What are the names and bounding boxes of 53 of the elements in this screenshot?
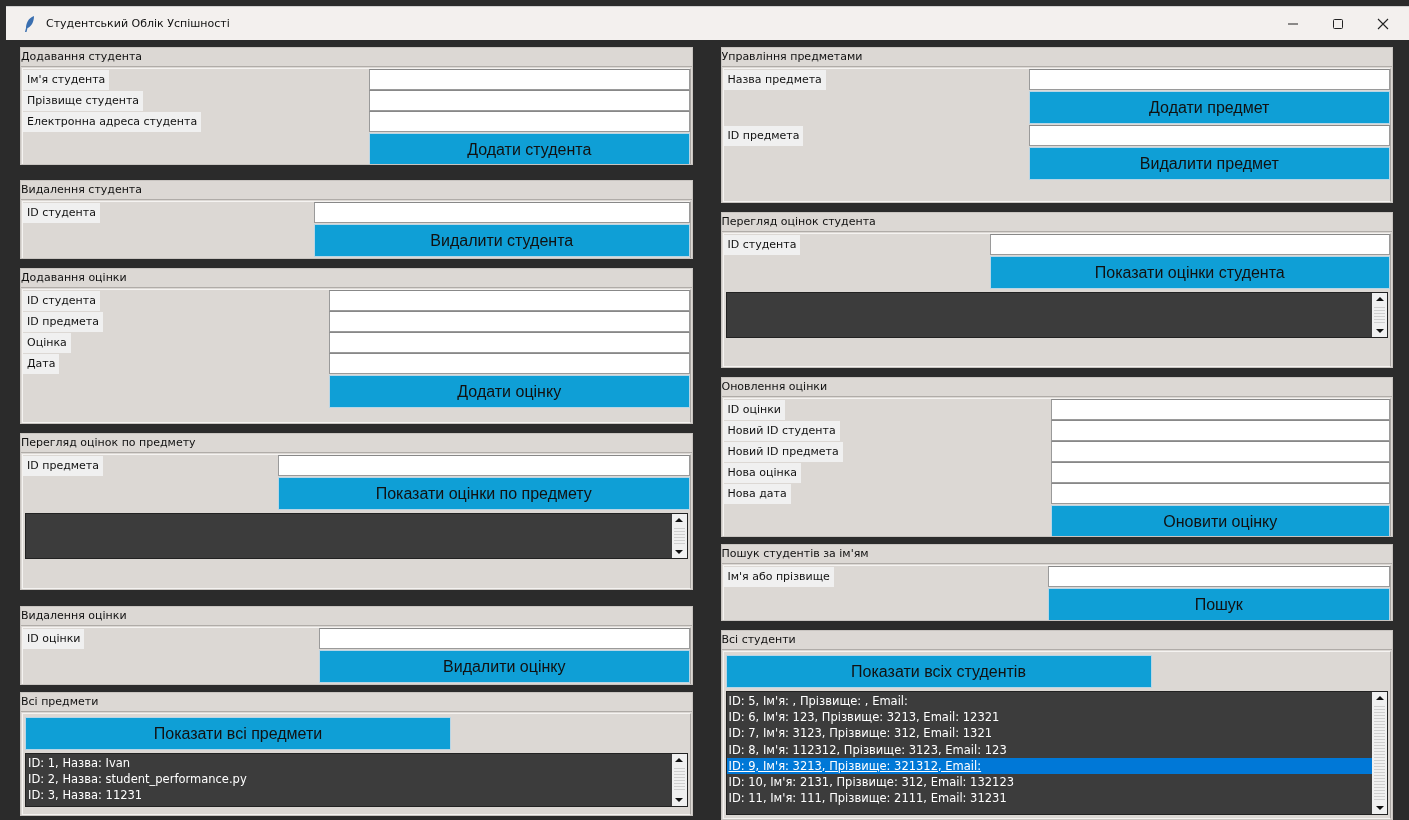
action-button[interactable]: Показати всіх студентів xyxy=(725,655,1152,688)
field-label: Прізвище студента xyxy=(23,90,144,111)
field-label: ID предмета xyxy=(23,311,103,332)
field-label: Нова дата xyxy=(723,483,791,504)
section-title: Додавання оцінки xyxy=(21,269,692,288)
list-item[interactable]: ID: 9, Ім'я: 3213, Прізвище: 321312, Email: xyxy=(726,757,1372,774)
section-title: Перегляд оцінок по предмету xyxy=(21,434,692,453)
action-button[interactable]: Видалити оцінку xyxy=(319,650,690,683)
list-item[interactable]: ID: 5, Ім'я: , Прізвище: , Email: xyxy=(726,693,1372,710)
field-label: ID предмета xyxy=(23,455,103,476)
field-label: ID студента xyxy=(723,234,801,255)
section-title: Управління предметами xyxy=(721,48,1392,67)
field-label: ID студента xyxy=(23,202,100,223)
section-title: Видалення оцінки xyxy=(21,607,692,626)
action-button[interactable]: Показати оцінки студента xyxy=(989,256,1390,289)
field-label: Нова оцінка xyxy=(723,462,802,483)
field-label: ID оцінки xyxy=(723,399,785,420)
list-item[interactable]: ID: 7, Ім'я: 3123, Прізвище: 312, Email: 1321 xyxy=(726,725,1372,742)
section-title: Перегляд оцінок студента xyxy=(721,213,1392,232)
list-item[interactable]: ID: 6, Ім'я: 123, Прізвище: 3213, Email: 12321 xyxy=(726,709,1372,726)
list-item[interactable]: ID: 3, Назва: 11231 xyxy=(26,787,672,804)
action-button[interactable]: Показати всі предмети xyxy=(25,717,451,750)
section-title: Всі студенти xyxy=(721,631,1392,650)
action-button[interactable]: Видалити предмет xyxy=(1028,147,1390,180)
list-item[interactable]: ID: 10, Ім'я: 2131, Прізвище: 312, Email: 132123 xyxy=(726,774,1372,791)
action-button[interactable]: Додати студента xyxy=(369,133,690,164)
section-title: Оновлення оцінки xyxy=(721,378,1392,397)
action-button[interactable]: Додати предмет xyxy=(1028,91,1390,124)
window-title: Студентський Облік Успішності xyxy=(46,17,230,30)
field-label: Електронна адреса студента xyxy=(23,111,202,132)
list-item[interactable]: ID: 8, Ім'я: 112312, Прізвище: 3123, Email: 123 xyxy=(726,741,1372,758)
field-label: Новий ID студента xyxy=(723,420,840,441)
list-item[interactable]: ID: 11, Ім'я: 111, Прізвище: 2111, Email: 31231 xyxy=(726,790,1372,807)
section-title: Додавання студента xyxy=(21,48,692,67)
list-item[interactable]: ID: 2, Назва: student_performance.py xyxy=(26,771,672,788)
section-title: Пошук студентів за ім'ям xyxy=(721,545,1392,564)
field-label: Назва предмета xyxy=(723,69,826,90)
field-label: Оцінка xyxy=(23,332,71,353)
field-label: Ім'я студента xyxy=(23,69,110,90)
action-button[interactable]: Додати оцінку xyxy=(329,375,690,408)
field-label: Дата xyxy=(23,353,60,374)
action-button[interactable]: Пошук xyxy=(1047,588,1390,620)
list-item[interactable]: ID: 1, Назва: Ivan xyxy=(26,755,672,772)
action-button[interactable]: Показати оцінки по предмету xyxy=(278,477,690,510)
field-label: Ім'я або прізвище xyxy=(723,566,834,587)
field-label: Новий ID предмета xyxy=(723,441,843,462)
field-label: ID предмета xyxy=(723,125,804,146)
section-title: Видалення студента xyxy=(21,181,692,200)
action-button[interactable]: Видалити студента xyxy=(314,224,690,257)
field-label: ID студента xyxy=(23,290,100,311)
action-button[interactable]: Оновити оцінку xyxy=(1050,505,1390,536)
field-label: ID оцінки xyxy=(23,628,85,649)
section-title: Всі предмети xyxy=(21,693,692,712)
